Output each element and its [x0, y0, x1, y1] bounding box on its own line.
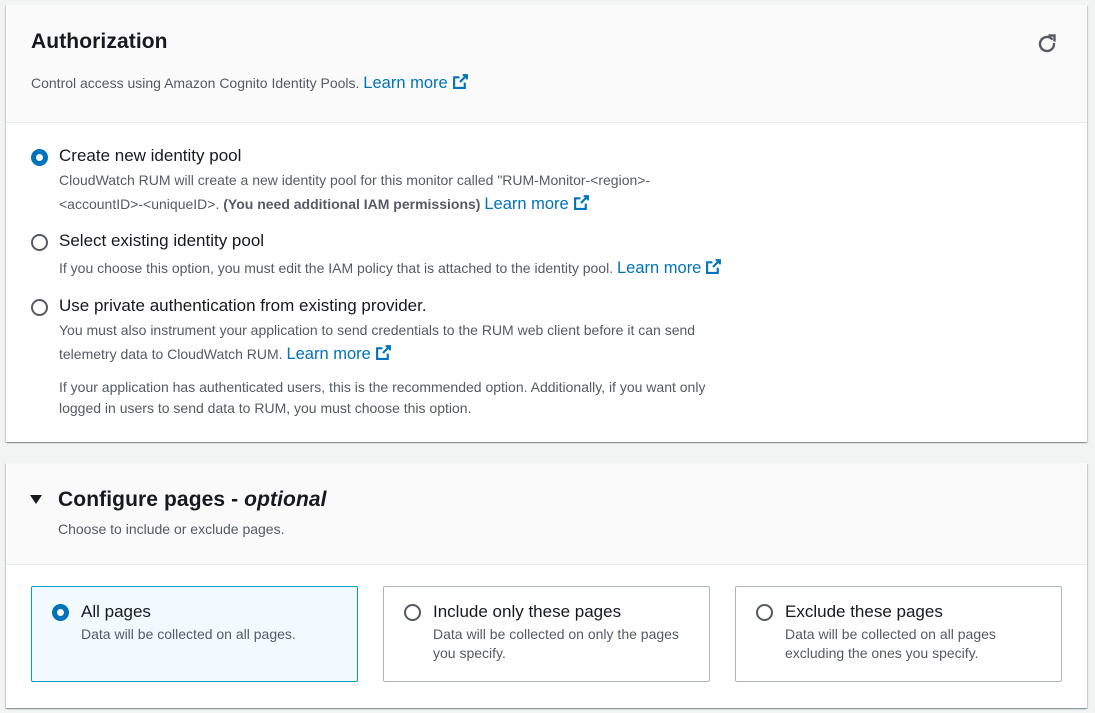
radio-create-new-identity-pool[interactable]	[31, 149, 48, 166]
learn-more-label: Learn more	[286, 345, 371, 363]
option-note: If your application has authenticated us…	[59, 377, 859, 419]
tile-description: Data will be collected on only the pages…	[433, 626, 679, 661]
authorization-description-text: Control access using Amazon Cognito Iden…	[31, 75, 360, 91]
tile-label: All pages	[81, 602, 151, 621]
option-description: You must also instrument your applicatio…	[59, 318, 859, 366]
tile-all-pages[interactable]: All pages Data will be collected on all …	[31, 586, 358, 682]
learn-more-link[interactable]: Learn more	[286, 345, 391, 363]
learn-more-link[interactable]: Learn more	[484, 195, 589, 213]
desc-text: CloudWatch RUM will create a new identit…	[59, 172, 651, 188]
configure-pages-panel: Configure pages - optional Choose to inc…	[6, 463, 1087, 708]
tile-description: Data will be collected on all pages.	[81, 626, 296, 642]
refresh-icon[interactable]	[1035, 32, 1059, 56]
tile-label: Include only these pages	[433, 602, 622, 621]
radio-private-authentication[interactable]	[31, 299, 48, 316]
title-text: Configure pages -	[58, 488, 245, 511]
tile-label: Exclude these pages	[785, 602, 943, 621]
desc-text: telemetry data to CloudWatch RUM.	[59, 346, 283, 362]
radio-all-pages[interactable]	[52, 604, 69, 621]
learn-more-label: Learn more	[363, 74, 448, 92]
desc-text: <accountID>-<uniqueID>.	[59, 196, 220, 212]
tile-exclude-these-pages[interactable]: Exclude these pages Data will be collect…	[735, 586, 1062, 682]
note-text: If your application has authenticated us…	[59, 379, 706, 395]
configure-pages-title: Configure pages - optional	[58, 488, 327, 512]
option-description: CloudWatch RUM will create a new identit…	[59, 168, 859, 216]
external-link-icon	[452, 74, 468, 89]
radio-include-pages[interactable]	[404, 604, 421, 621]
authorization-header: Authorization Control access using Amazo…	[6, 5, 1087, 123]
external-link-icon	[573, 195, 589, 210]
radio-select-existing-identity-pool[interactable]	[31, 234, 48, 251]
note-text: logged in users to send data to RUM, you…	[59, 400, 472, 416]
learn-more-link[interactable]: Learn more	[617, 259, 722, 277]
authorization-title: Authorization	[31, 30, 168, 53]
tile-include-only-these-pages[interactable]: Include only these pages Data will be co…	[383, 586, 710, 682]
external-link-icon	[375, 345, 391, 360]
desc-bold-text: (You need additional IAM permissions)	[223, 196, 481, 212]
authorization-panel: Authorization Control access using Amazo…	[6, 5, 1087, 442]
tile-description: Data will be collected on all pages excl…	[785, 626, 996, 661]
configure-pages-description: Choose to include or exclude pages.	[58, 521, 285, 537]
external-link-icon	[706, 259, 722, 274]
option-description: If you choose this option, you must edit…	[59, 256, 859, 280]
desc-text: You must also instrument your applicatio…	[59, 322, 696, 338]
learn-more-label: Learn more	[616, 259, 702, 277]
caret-down-icon[interactable]	[30, 495, 42, 504]
radio-exclude-pages[interactable]	[756, 604, 773, 621]
configure-pages-header[interactable]: Configure pages - optional Choose to inc…	[6, 463, 1087, 565]
learn-more-label: Learn more	[484, 195, 569, 213]
option-label: Use private authentication from existing…	[59, 296, 427, 315]
option-label: Select existing identity pool	[59, 231, 265, 250]
desc-text: If you choose this option, you must edit…	[59, 260, 614, 276]
option-label: Create new identity pool	[59, 146, 242, 165]
authorization-description: Control access using Amazon Cognito Iden…	[31, 73, 469, 93]
title-optional: optional	[244, 488, 327, 511]
authorization-learn-more-link[interactable]: Learn more	[363, 74, 468, 92]
